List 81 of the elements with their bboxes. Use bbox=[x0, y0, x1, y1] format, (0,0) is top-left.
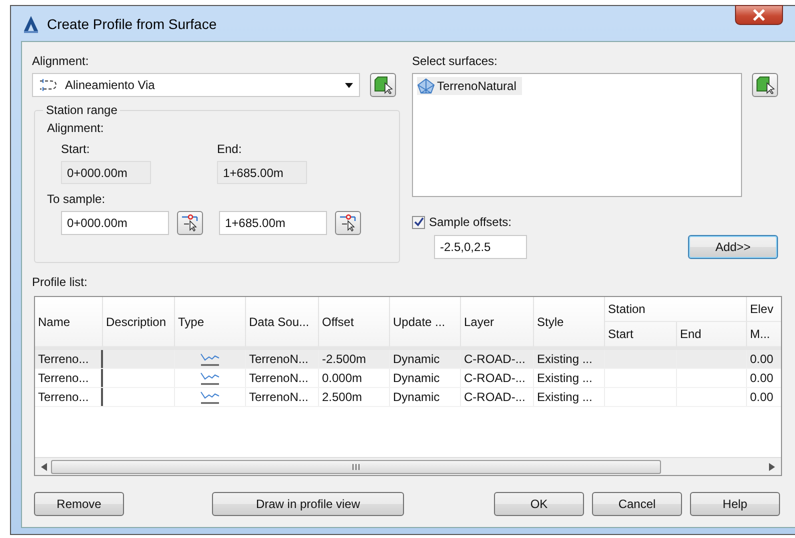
scroll-left-icon[interactable] bbox=[41, 462, 47, 470]
alignment-dropdown[interactable]: Alineamiento Via bbox=[32, 73, 360, 97]
table-cell: C-ROAD-... bbox=[461, 388, 534, 406]
scroll-right-icon[interactable] bbox=[769, 462, 775, 470]
table-cell: 2.500m bbox=[319, 388, 390, 406]
start-label: Start: bbox=[61, 142, 91, 157]
table-cell: -2.500m bbox=[319, 350, 390, 368]
dialog-button[interactable]: Draw in profile view bbox=[212, 492, 404, 516]
surface-icon bbox=[417, 78, 435, 94]
alignment-label: Alignment: bbox=[32, 54, 90, 69]
pick-surface-button[interactable] bbox=[752, 73, 778, 97]
cube-cursor-icon bbox=[373, 76, 393, 94]
dialog-button[interactable]: Cancel bbox=[592, 492, 682, 516]
column-header[interactable]: Description bbox=[103, 297, 175, 347]
table-cell: C-ROAD-... bbox=[461, 350, 534, 368]
table-cell: 0.00 bbox=[747, 350, 781, 368]
end-value: 1+685.00m bbox=[217, 161, 307, 184]
column-header[interactable]: Station bbox=[605, 297, 747, 322]
surface-item[interactable]: TerrenoNatural bbox=[417, 77, 522, 95]
profile-list-label: Profile list: bbox=[32, 275, 88, 290]
dialog-button[interactable]: Help bbox=[690, 492, 780, 516]
column-header[interactable]: Type bbox=[175, 297, 246, 347]
table-cell: TerrenoN... bbox=[246, 369, 319, 387]
horizontal-scrollbar[interactable] bbox=[35, 457, 781, 475]
surfaces-label: Select surfaces: bbox=[412, 54, 498, 69]
dropdown-caret-icon bbox=[345, 82, 353, 88]
close-button[interactable] bbox=[735, 5, 783, 25]
to-sample-label: To sample: bbox=[47, 192, 106, 207]
group-title: Station range bbox=[45, 103, 118, 117]
profile-type-icon bbox=[200, 352, 220, 366]
pick-alignment-button[interactable] bbox=[370, 73, 396, 97]
offsets-field[interactable]: -2.5,0,2.5 bbox=[434, 235, 527, 259]
column-header[interactable]: Data Sou... bbox=[246, 297, 319, 347]
station-pick-icon bbox=[181, 214, 199, 232]
cube-cursor-icon bbox=[755, 76, 775, 94]
column-header[interactable]: M... bbox=[747, 322, 781, 347]
dialog-button[interactable]: Remove bbox=[34, 492, 124, 516]
scrollbar-thumb[interactable] bbox=[51, 460, 661, 474]
window-title: Create Profile from Surface bbox=[47, 16, 217, 32]
end-label: End: bbox=[217, 142, 243, 157]
profile-type-icon bbox=[200, 371, 220, 385]
table-row[interactable]: Terreno... TerrenoN... -2.500m Dynamic C-ROAD-... Existing ... 0.00 bbox=[35, 350, 781, 369]
table-row[interactable]: Terreno... TerrenoN... 0.000m Dynamic C-ROAD-... Existing ... 0.00 bbox=[35, 369, 781, 388]
table-cell: 0.00 bbox=[747, 369, 781, 387]
table-cell: Existing ... bbox=[534, 369, 605, 387]
column-header[interactable]: End bbox=[677, 322, 747, 347]
column-header[interactable]: Start bbox=[605, 322, 677, 347]
sample-start-field[interactable]: 0+000.00m bbox=[61, 211, 169, 235]
table-cell: Dynamic bbox=[390, 388, 461, 406]
grip-icon bbox=[351, 462, 361, 470]
pick-station-button[interactable] bbox=[335, 211, 361, 235]
table-cell: TerrenoN... bbox=[246, 350, 319, 368]
column-header[interactable]: Elev bbox=[747, 297, 781, 322]
start-value: 0+000.00m bbox=[61, 161, 151, 184]
column-header[interactable]: Offset bbox=[319, 297, 390, 347]
table-cell: Existing ... bbox=[534, 350, 605, 368]
dialog-button[interactable]: OK bbox=[494, 492, 584, 516]
table-row[interactable]: Terreno... TerrenoN... 2.500m Dynamic C-ROAD-... Existing ... 0.00 bbox=[35, 388, 781, 407]
alignment-icon bbox=[39, 79, 59, 91]
table-cell: Terreno... bbox=[35, 388, 103, 406]
table-cell: 0.00 bbox=[747, 388, 781, 406]
column-header[interactable]: Update ... bbox=[390, 297, 461, 347]
pick-station-button[interactable] bbox=[177, 211, 203, 235]
close-icon bbox=[752, 9, 766, 21]
add-button[interactable]: Add>> bbox=[688, 235, 778, 259]
sample-offsets-label: Sample offsets: bbox=[429, 215, 512, 229]
sample-end-field[interactable]: 1+685.00m bbox=[219, 211, 327, 235]
column-header[interactable]: Layer bbox=[461, 297, 534, 347]
table-cell: Existing ... bbox=[534, 388, 605, 406]
table-cell: Dynamic bbox=[390, 350, 461, 368]
app-logo-icon bbox=[23, 14, 39, 32]
profile-type-icon bbox=[200, 390, 220, 404]
table-cell: 0.000m bbox=[319, 369, 390, 387]
station-pick-icon bbox=[339, 214, 357, 232]
table-cell: TerrenoN... bbox=[246, 388, 319, 406]
column-header[interactable]: Name bbox=[35, 297, 103, 347]
table-cell: C-ROAD-... bbox=[461, 369, 534, 387]
alignment-sub-label: Alignment: bbox=[47, 121, 105, 136]
column-header[interactable]: Style bbox=[534, 297, 605, 347]
sample-offsets-checkbox[interactable] bbox=[412, 216, 425, 228]
table-cell: Dynamic bbox=[390, 369, 461, 387]
